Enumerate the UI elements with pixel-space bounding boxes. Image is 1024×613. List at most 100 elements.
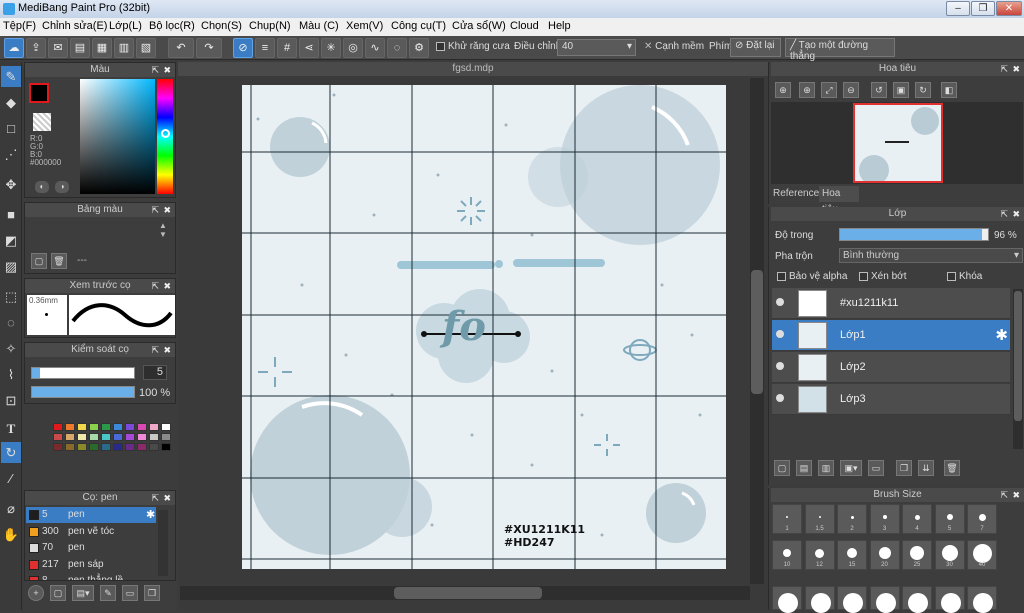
brush-size-cell[interactable] [902,586,932,613]
palette-swatch[interactable] [149,433,159,441]
menu-file[interactable]: Tệp(F) [3,20,36,32]
layer-list-scrollbar[interactable] [1013,289,1023,449]
duplicate-layer-icon[interactable]: ❐ [896,460,912,476]
settings-icon[interactable]: ⚙ [409,38,429,58]
lasso-tool-icon[interactable]: ◌ [1,312,21,333]
color-mode-icon[interactable]: ◐ [35,181,49,193]
new-halftone-layer-icon[interactable]: ▤ [796,460,812,476]
palette-swatch[interactable] [53,443,63,451]
tab-navigator[interactable]: Hoa tiêu [819,186,859,215]
palette-swatch[interactable] [137,423,147,431]
layer-list-scroll-thumb[interactable] [1014,291,1022,421]
menu-view[interactable]: Xem(V) [346,20,383,32]
brush-size-cell[interactable]: 20 [869,540,900,570]
brush-size-cell[interactable]: 40 [967,540,997,570]
brush-size-cell[interactable]: 7 [967,504,997,534]
palette-swatch[interactable] [101,443,111,451]
undock-icon[interactable]: ⇱ [151,279,159,293]
pen-list-item[interactable]: 300 pen vẽ tóc [26,524,156,540]
menu-capture[interactable]: Chụp(N) [249,20,291,32]
zoom-out-icon[interactable]: ⊖ [843,82,859,98]
gear-icon[interactable]: ✱ [146,508,155,521]
brush-size-cell[interactable]: 10 [772,540,802,570]
layer-row[interactable]: Lớp1 ✱ [772,320,1010,351]
add-layer-dropdown-icon[interactable]: ▣▾ [840,460,862,476]
saturation-value-picker[interactable] [80,79,155,194]
close-icon[interactable]: ✖ [1012,488,1020,502]
layer-opacity-slider[interactable] [839,228,989,241]
undock-icon[interactable]: ⇱ [151,491,159,505]
vanishing-snap-icon[interactable]: ⋖ [299,38,319,58]
palette-swatch[interactable] [101,433,111,441]
hue-handle[interactable] [161,129,170,138]
undock-icon[interactable]: ⇱ [151,343,159,357]
undock-icon[interactable]: ⇱ [1000,207,1008,221]
visibility-icon[interactable] [776,298,784,306]
rectangle-tool-icon[interactable]: □ [1,118,21,139]
close-icon[interactable]: ✖ [163,279,171,293]
merge-layer-icon[interactable]: ⇊ [918,460,934,476]
close-icon[interactable]: ✖ [163,63,171,77]
flip-icon[interactable]: ◧ [941,82,957,98]
close-icon[interactable]: ✖ [1012,207,1020,221]
palette-swatch[interactable] [65,423,75,431]
brush-size-cell[interactable]: 5 [934,504,965,534]
text-tool-icon[interactable]: T [1,418,21,439]
clipping-checkbox[interactable]: Xén bớt [859,271,906,282]
palette-scroll[interactable]: ▲ ▼ [159,221,173,247]
menu-color[interactable]: Màu (C) [299,20,339,32]
undock-icon[interactable]: ⇱ [1000,62,1008,76]
palette-swatch[interactable] [149,423,159,431]
new-brush-icon[interactable]: ▢ [50,585,66,601]
foreground-color[interactable] [29,83,49,103]
pen-list-item[interactable]: 5 pen [26,507,156,523]
new-layer-icon[interactable]: ▢ [774,460,790,476]
bucket-tool-icon[interactable]: ◩ [1,230,21,251]
brush-size-cell[interactable]: 30 [934,540,965,570]
brush-size-cell[interactable]: 1 [772,504,802,534]
tab-reference[interactable]: Reference [771,186,819,202]
actual-size-icon[interactable]: ▣ [893,82,909,98]
horizontal-scrollbar[interactable] [180,586,750,600]
visibility-icon[interactable] [776,362,784,370]
pen-list-scrollbar[interactable] [158,510,168,576]
close-icon[interactable]: ✖ [163,491,171,505]
menu-edit[interactable]: Chỉnh sửa(E) [42,20,107,32]
dotted-brush-icon[interactable]: ⋰ [1,144,21,165]
palette-swatch[interactable] [77,443,87,451]
radial-snap-icon[interactable]: ✳ [321,38,341,58]
antialias-checkbox[interactable]: Khử răng cưa [436,41,510,52]
palette-swatch[interactable] [77,423,87,431]
palette-swatch[interactable] [161,433,171,441]
menu-filter[interactable]: Bộ lọc(R) [149,20,195,32]
page-icon[interactable]: ▤ [70,38,90,58]
vertical-scrollbar[interactable] [750,78,764,584]
panel-layout-icon[interactable]: ▧ [136,38,156,58]
palette-swatch[interactable] [77,433,87,441]
fit-screen-icon[interactable]: ⤢ [821,82,837,98]
menu-select[interactable]: Chọn(S) [201,20,242,32]
pen-list-item[interactable]: 70 pen [26,540,156,556]
drawing-canvas[interactable]: fo #XU1211K11 #HD247 [242,85,726,569]
fill-rect-icon[interactable]: ■ [1,204,21,225]
visibility-icon[interactable] [776,330,784,338]
cloud-icon[interactable]: ☁ [4,38,24,58]
select-pen-icon[interactable]: ⌇ [1,364,21,385]
gear-icon[interactable]: ✱ [995,326,1008,344]
menu-help[interactable]: Help [548,20,571,32]
redo-icon[interactable]: ↷ [196,38,222,58]
duplicate-brush-icon[interactable]: ❐ [144,585,160,601]
snap-off-icon[interactable]: ⊘ [233,38,253,58]
grid-page-icon[interactable]: ▥ [114,38,134,58]
brush-size-cell[interactable]: 1.5 [804,504,835,534]
folder-icon[interactable]: ▭ [122,585,138,601]
palette-swatch[interactable] [113,433,123,441]
brush-opacity-slider[interactable] [31,386,135,398]
transparent-color[interactable] [33,113,51,131]
pen-list-item[interactable]: 217 pen sáp [26,557,156,573]
menu-cloud[interactable]: Cloud [510,20,539,32]
palette-swatch[interactable] [125,443,135,451]
menu-tools[interactable]: Công cụ(T) [391,20,446,32]
rotate-right-icon[interactable]: ↻ [915,82,931,98]
straight-line-button[interactable]: ╱ Tạo một đường thẳng [785,38,895,62]
